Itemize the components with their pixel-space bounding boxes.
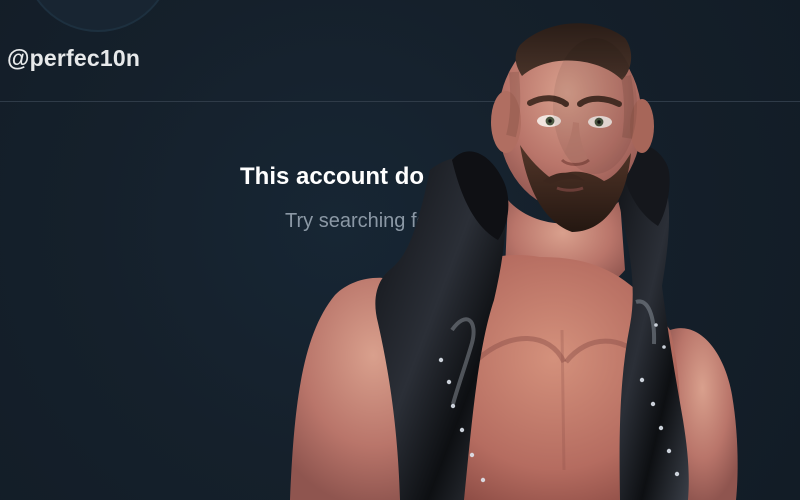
profile-handle: @perfec10n [7,45,141,71]
header-divider [0,101,800,102]
person-photo [270,0,800,500]
empty-state-subtitle: Try searching for [285,210,435,232]
profile-avatar[interactable] [23,0,173,32]
profile-screen: @perfec10n This account do Try searching… [0,0,800,500]
empty-state-title: This account do [240,163,425,190]
